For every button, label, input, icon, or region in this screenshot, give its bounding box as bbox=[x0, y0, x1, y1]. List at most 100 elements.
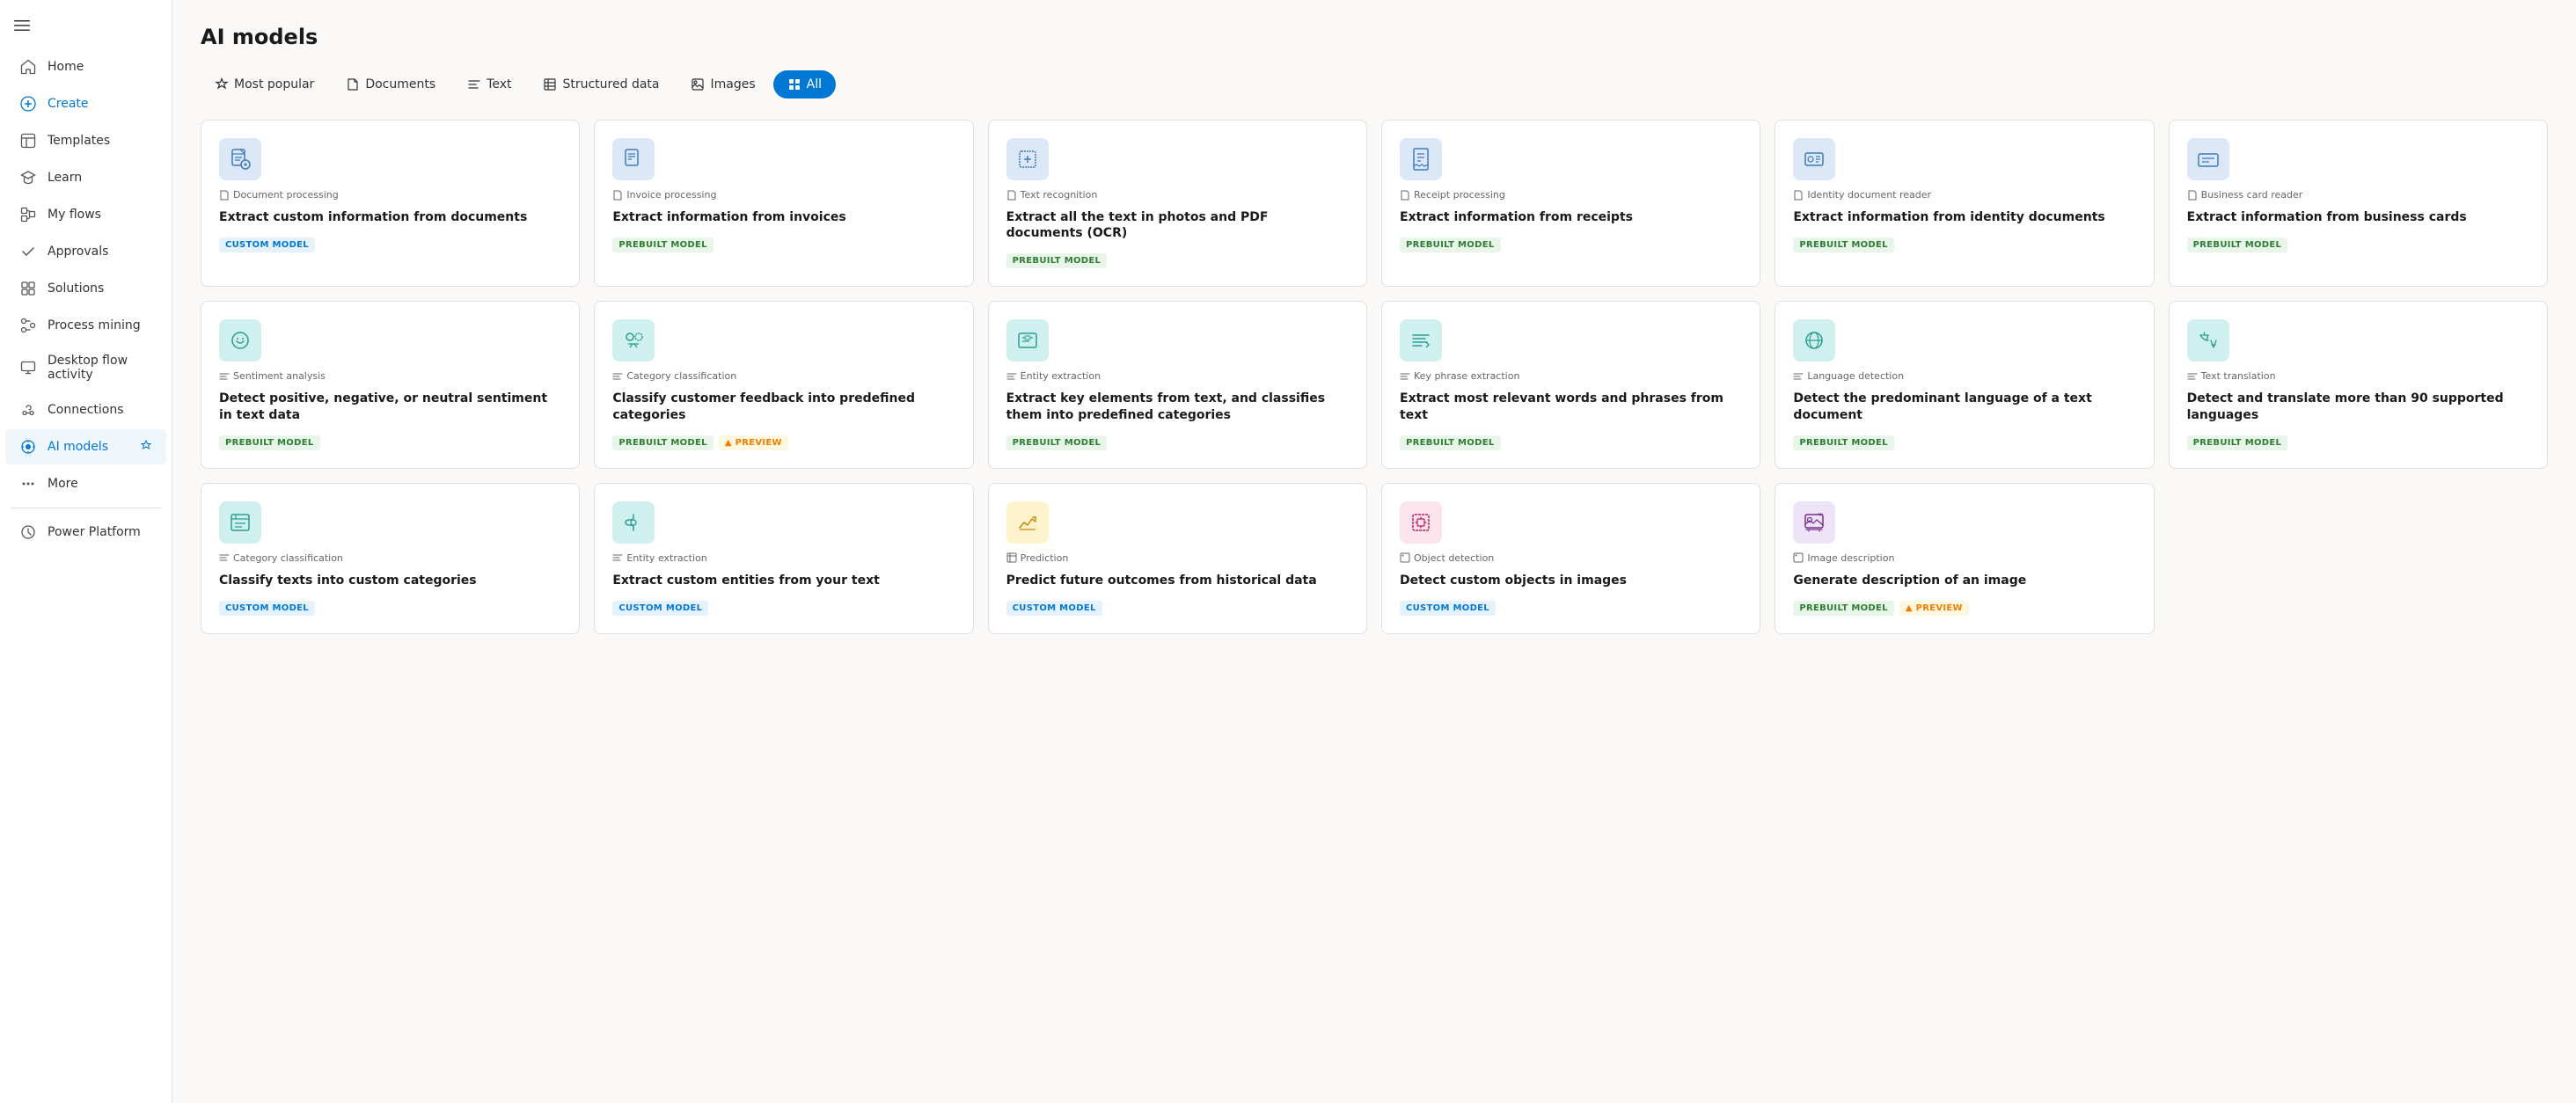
card-icon bbox=[2187, 138, 2229, 180]
sidebar-item-label: Desktop flow activity bbox=[48, 354, 152, 382]
card-badges: PREBUILT MODEL bbox=[1006, 250, 1349, 268]
card-category: Receipt processing bbox=[1400, 189, 1742, 201]
card-text-translation[interactable]: Text translation Detect and translate mo… bbox=[2169, 301, 2548, 468]
card-badge-custom: CUSTOM MODEL bbox=[219, 237, 315, 252]
card-title: Generate description of an image bbox=[1793, 573, 2135, 588]
card-category: Text translation bbox=[2187, 370, 2529, 382]
card-text-recognition[interactable]: Text recognition Extract all the text in… bbox=[988, 120, 1367, 287]
card-icon bbox=[612, 501, 655, 544]
sidebar-item-more[interactable]: More bbox=[5, 466, 166, 501]
filter-label: Documents bbox=[365, 77, 435, 91]
sidebar-item-label: Process mining bbox=[48, 318, 141, 332]
card-category: Entity extraction bbox=[612, 552, 955, 564]
card-prediction[interactable]: Prediction Predict future outcomes from … bbox=[988, 483, 1367, 634]
card-badge-prebuilt: PREBUILT MODEL bbox=[1006, 253, 1108, 268]
card-object-detection[interactable]: Object detection Detect custom objects i… bbox=[1381, 483, 1760, 634]
filter-structured-data[interactable]: Structured data bbox=[529, 70, 673, 99]
card-invoice-processing[interactable]: Invoice processing Extract information f… bbox=[594, 120, 973, 287]
card-document-processing[interactable]: Document processing Extract custom infor… bbox=[201, 120, 580, 287]
card-receipt-processing[interactable]: Receipt processing Extract information f… bbox=[1381, 120, 1760, 287]
card-title: Classify customer feedback into predefin… bbox=[612, 391, 955, 422]
card-icon bbox=[1400, 501, 1442, 544]
card-category-classification-custom[interactable]: Category classification Classify texts i… bbox=[201, 483, 580, 634]
card-title: Classify texts into custom categories bbox=[219, 573, 561, 588]
sidebar-item-solutions[interactable]: Solutions bbox=[5, 271, 166, 306]
card-category: Text recognition bbox=[1006, 189, 1349, 201]
card-icon bbox=[2187, 319, 2229, 362]
card-category: Language detection bbox=[1793, 370, 2135, 382]
card-category: Invoice processing bbox=[612, 189, 955, 201]
ai-pin-icon[interactable] bbox=[140, 439, 152, 455]
card-badge-preview: ▲ PREVIEW bbox=[719, 435, 788, 450]
card-key-phrase-extraction[interactable]: Key phrase extraction Extract most relev… bbox=[1381, 301, 1760, 468]
card-badges: PREBUILT MODEL bbox=[612, 234, 955, 252]
card-badges: PREBUILT MODEL ▲ PREVIEW bbox=[612, 432, 955, 450]
filter-documents[interactable]: Documents bbox=[332, 70, 450, 99]
card-sentiment-analysis[interactable]: Sentiment analysis Detect positive, nega… bbox=[201, 301, 580, 468]
card-badges: PREBUILT MODEL bbox=[1793, 234, 2135, 252]
filter-tabs: Most popular Documents Text Structured d… bbox=[201, 70, 2548, 99]
sidebar: Home Create Templates Learn My flows App… bbox=[0, 0, 172, 1103]
card-icon bbox=[1006, 138, 1049, 180]
card-entity-extraction[interactable]: Entity extraction Extract key elements f… bbox=[988, 301, 1367, 468]
card-title: Detect positive, negative, or neutral se… bbox=[219, 391, 561, 422]
filter-label: Text bbox=[487, 77, 511, 91]
card-identity-document[interactable]: Identity document reader Extract informa… bbox=[1775, 120, 2154, 287]
card-category: Identity document reader bbox=[1793, 189, 2135, 201]
sidebar-item-templates[interactable]: Templates bbox=[5, 123, 166, 158]
filter-text[interactable]: Text bbox=[453, 70, 525, 99]
sidebar-item-label: Connections bbox=[48, 403, 124, 417]
sidebar-item-learn[interactable]: Learn bbox=[5, 160, 166, 195]
sidebar-item-desktop-flow[interactable]: Desktop flow activity bbox=[5, 345, 166, 391]
sidebar-item-approvals[interactable]: Approvals bbox=[5, 234, 166, 269]
card-badges: PREBUILT MODEL bbox=[219, 432, 561, 450]
filter-most-popular[interactable]: Most popular bbox=[201, 70, 328, 99]
filter-images[interactable]: Images bbox=[677, 70, 769, 99]
hamburger-menu[interactable] bbox=[0, 7, 172, 48]
card-title: Extract key elements from text, and clas… bbox=[1006, 391, 1349, 422]
sidebar-item-label: More bbox=[48, 477, 78, 491]
main-content: AI models Most popular Documents Text St… bbox=[172, 0, 2576, 1103]
sidebar-item-ai-models[interactable]: AI models bbox=[5, 429, 166, 464]
card-entity-extraction-custom[interactable]: Entity extraction Extract custom entitie… bbox=[594, 483, 973, 634]
card-badges: PREBUILT MODEL bbox=[1793, 432, 2135, 450]
card-icon bbox=[1400, 138, 1442, 180]
card-badge-prebuilt: PREBUILT MODEL bbox=[1400, 237, 1501, 252]
card-badges: PREBUILT MODEL bbox=[1006, 432, 1349, 450]
card-badges: PREBUILT MODEL bbox=[2187, 234, 2529, 252]
card-category-classification[interactable]: Category classification Classify custome… bbox=[594, 301, 973, 468]
card-badge-prebuilt: PREBUILT MODEL bbox=[1400, 435, 1501, 450]
card-image-description[interactable]: Image description Generate description o… bbox=[1775, 483, 2154, 634]
sidebar-item-process-mining[interactable]: Process mining bbox=[5, 308, 166, 343]
card-category: Key phrase extraction bbox=[1400, 370, 1742, 382]
flows-icon bbox=[19, 206, 37, 223]
page-title: AI models bbox=[201, 25, 2548, 49]
card-title: Extract information from identity docume… bbox=[1793, 209, 2135, 225]
sidebar-item-create[interactable]: Create bbox=[5, 86, 166, 121]
filter-all[interactable]: All bbox=[773, 70, 836, 99]
card-category: Category classification bbox=[612, 370, 955, 382]
card-icon bbox=[1793, 501, 1835, 544]
plus-icon bbox=[19, 95, 37, 113]
card-language-detection[interactable]: Language detection Detect the predominan… bbox=[1775, 301, 2154, 468]
card-category: Category classification bbox=[219, 552, 561, 564]
card-badges: CUSTOM MODEL bbox=[612, 597, 955, 616]
card-business-card[interactable]: Business card reader Extract information… bbox=[2169, 120, 2548, 287]
card-category: Sentiment analysis bbox=[219, 370, 561, 382]
card-category: Image description bbox=[1793, 552, 2135, 564]
card-icon bbox=[1793, 319, 1835, 362]
home-icon bbox=[19, 58, 37, 76]
card-icon bbox=[1793, 138, 1835, 180]
sidebar-item-home[interactable]: Home bbox=[5, 49, 166, 84]
sidebar-item-label: Power Platform bbox=[48, 525, 141, 539]
card-title: Detect custom objects in images bbox=[1400, 573, 1742, 588]
card-badges: PREBUILT MODEL bbox=[1400, 432, 1742, 450]
cards-grid: Document processing Extract custom infor… bbox=[201, 120, 2548, 634]
card-title: Detect the predominant language of a tex… bbox=[1793, 391, 2135, 422]
sidebar-item-connections[interactable]: Connections bbox=[5, 392, 166, 427]
more-icon bbox=[19, 475, 37, 493]
sidebar-item-power-platform[interactable]: Power Platform bbox=[5, 515, 166, 550]
card-title: Extract most relevant words and phrases … bbox=[1400, 391, 1742, 422]
card-title: Extract information from invoices bbox=[612, 209, 955, 225]
sidebar-item-my-flows[interactable]: My flows bbox=[5, 197, 166, 232]
